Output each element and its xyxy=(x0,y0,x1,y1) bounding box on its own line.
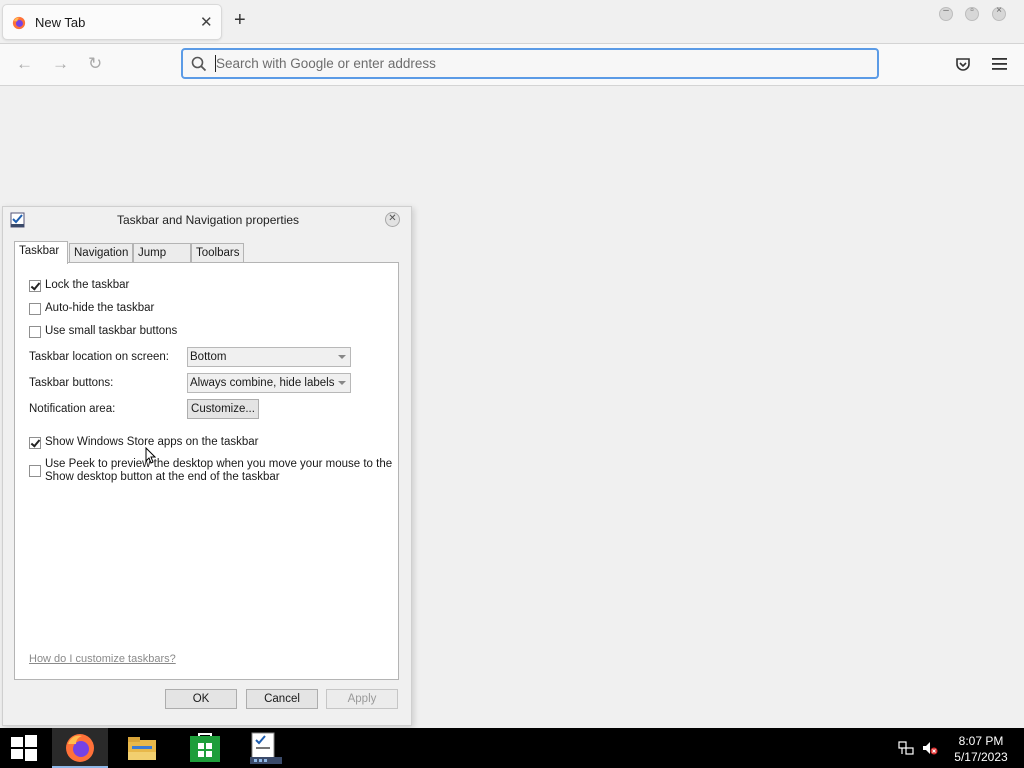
location-dropdown[interactable]: Bottom xyxy=(187,347,351,367)
restore-icon: ▫ xyxy=(970,5,974,16)
volume-muted-icon[interactable] xyxy=(922,740,938,756)
pocket-icon[interactable] xyxy=(955,56,971,72)
navigation-toolbar: ← → ↻ Search with Google or enter addres… xyxy=(0,44,1024,86)
mouse-cursor-icon xyxy=(145,447,156,464)
windows-taskbar: 8:07 PM 5/17/2023 xyxy=(0,728,1024,768)
taskbar-buttons-dropdown[interactable]: Always combine, hide labels xyxy=(187,373,351,393)
chevron-down-icon xyxy=(338,381,346,385)
tab-strip: New Tab ✕ + – ▫ × xyxy=(0,0,1024,44)
taskbar-tab-panel: Lock the taskbar Auto-hide the taskbar U… xyxy=(14,262,399,680)
lock-taskbar-checkbox[interactable] xyxy=(29,280,41,292)
system-clock[interactable]: 8:07 PM 5/17/2023 xyxy=(950,733,1012,765)
cancel-button[interactable]: Cancel xyxy=(246,689,318,709)
store-icon[interactable] xyxy=(189,732,221,764)
ok-button[interactable]: OK xyxy=(165,689,237,709)
taskbar-buttons-label: Taskbar buttons: xyxy=(29,377,114,389)
minimize-icon: – xyxy=(943,5,949,16)
tab-new-tab[interactable]: New Tab ✕ xyxy=(2,4,222,40)
address-placeholder: Search with Google or enter address xyxy=(216,56,436,71)
dialog-titlebar[interactable]: Taskbar and Navigation properties ✕ xyxy=(3,207,413,233)
search-icon xyxy=(191,56,207,72)
auto-hide-label: Auto-hide the taskbar xyxy=(45,302,155,314)
start-icon[interactable] xyxy=(9,733,39,763)
tab-title: New Tab xyxy=(35,15,86,30)
clock-date: 5/17/2023 xyxy=(954,750,1008,764)
chevron-down-icon xyxy=(338,355,346,359)
restore-button[interactable]: ▫ xyxy=(965,5,979,21)
tab-toolbars[interactable]: Toolbars xyxy=(191,243,244,263)
customize-button[interactable]: Customize... xyxy=(187,399,259,419)
reload-button[interactable]: ↻ xyxy=(88,54,102,74)
new-tab-button[interactable]: + xyxy=(234,9,246,31)
close-window-button[interactable]: × xyxy=(992,5,1006,21)
tab-taskbar[interactable]: Taskbar xyxy=(14,241,68,264)
location-label: Taskbar location on screen: xyxy=(29,351,169,363)
tab-jump-lists[interactable]: Jump Lists xyxy=(133,243,191,277)
forward-button[interactable]: → xyxy=(52,54,69,74)
close-icon: × xyxy=(996,5,1002,16)
store-apps-checkbox[interactable] xyxy=(29,437,41,449)
apply-button[interactable]: Apply xyxy=(326,689,398,709)
taskbar-properties-icon[interactable] xyxy=(250,732,282,764)
dialog-close-button[interactable]: ✕ xyxy=(385,212,400,227)
help-link[interactable]: How do I customize taskbars? xyxy=(29,653,176,665)
network-icon[interactable] xyxy=(898,740,914,756)
file-explorer-icon[interactable] xyxy=(126,732,158,764)
firefox-icon[interactable] xyxy=(64,732,96,764)
location-value: Bottom xyxy=(190,351,227,363)
close-tab-icon[interactable]: ✕ xyxy=(200,13,213,31)
peek-checkbox[interactable] xyxy=(29,465,41,477)
dialog-title: Taskbar and Navigation properties xyxy=(116,213,300,227)
clock-time: 8:07 PM xyxy=(958,734,1004,748)
tab-navigation[interactable]: Navigation xyxy=(69,243,133,263)
notification-area-label: Notification area: xyxy=(29,403,116,415)
address-bar[interactable]: Search with Google or enter address xyxy=(181,48,879,79)
peek-label-line1: Use Peek to preview the desktop when you… xyxy=(45,458,393,470)
taskbar-properties-dialog: Taskbar and Navigation properties ✕ Task… xyxy=(2,206,412,726)
auto-hide-checkbox[interactable] xyxy=(29,303,41,315)
menu-icon[interactable] xyxy=(992,57,1007,71)
small-buttons-label: Use small taskbar buttons xyxy=(45,325,178,337)
taskbar-buttons-value: Always combine, hide labels xyxy=(190,377,335,389)
small-buttons-checkbox[interactable] xyxy=(29,326,41,338)
back-button[interactable]: ← xyxy=(16,54,33,74)
firefox-icon xyxy=(12,16,26,30)
peek-label-line2: Show desktop button at the end of the ta… xyxy=(45,471,280,483)
minimize-button[interactable]: – xyxy=(939,5,953,21)
lock-taskbar-label: Lock the taskbar xyxy=(45,279,130,291)
